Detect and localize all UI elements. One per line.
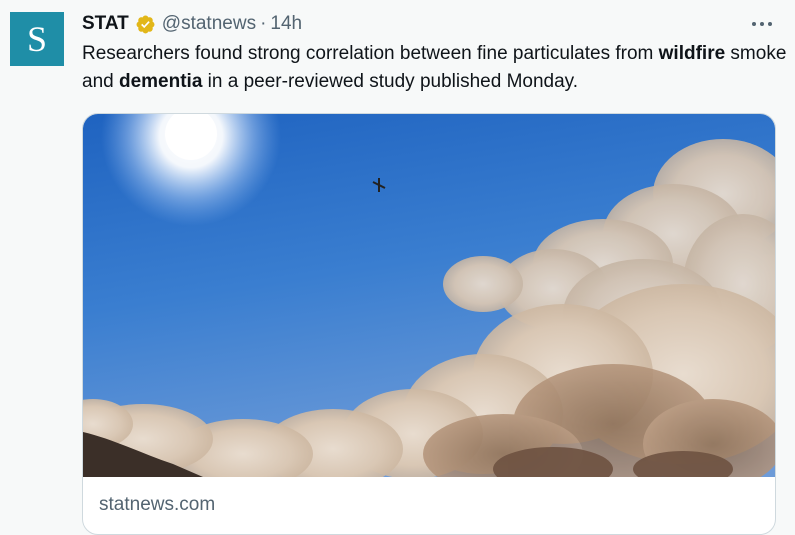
verified-badge-icon <box>136 15 155 33</box>
tweet-text: Researchers found strong correlation bet… <box>82 40 787 96</box>
avatar[interactable]: S <box>10 12 64 66</box>
tweet-time[interactable]: 14h <box>270 13 302 35</box>
link-card[interactable]: statnews.com <box>82 113 776 535</box>
tweet-header: STAT @statnews · 14h <box>82 12 302 36</box>
tweet-text-part: Researchers found strong correlation bet… <box>82 43 659 64</box>
card-domain[interactable]: statnews.com <box>99 494 215 516</box>
tweet-text-part: in a peer-reviewed study published Monda… <box>202 71 579 92</box>
header-separator: · <box>260 13 267 34</box>
avatar-letter: S <box>26 19 48 59</box>
tweet-text-bold-dementia: dementia <box>118 71 203 92</box>
card-image[interactable] <box>83 114 775 477</box>
tweet[interactable]: S STAT @statnews · 14h Researchers found… <box>0 0 795 535</box>
author-name[interactable]: STAT <box>82 13 129 35</box>
more-options-icon[interactable] <box>749 14 775 34</box>
author-handle[interactable]: @statnews <box>162 13 256 35</box>
tweet-text-bold-wildfire: wildfire <box>658 43 726 64</box>
